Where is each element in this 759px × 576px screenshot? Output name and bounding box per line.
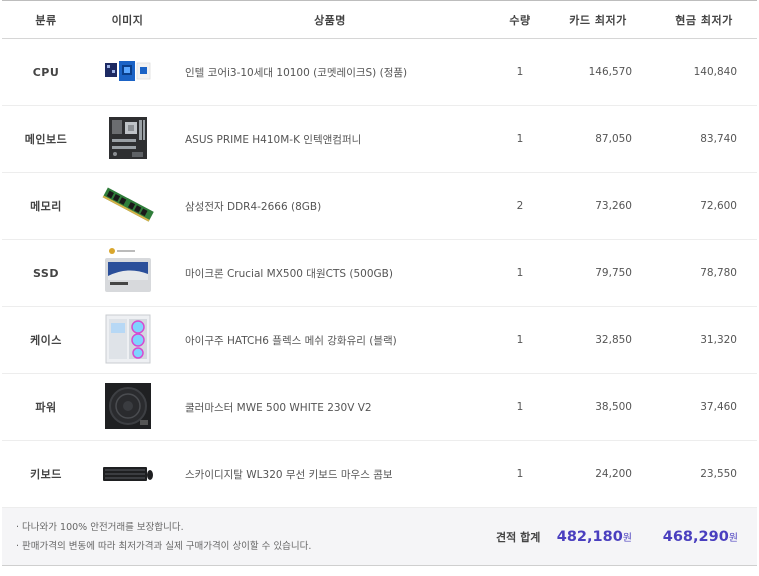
cash-price-value: 140,840 — [693, 66, 737, 78]
card-total: 482,180원 — [545, 508, 651, 566]
product-thumbnail[interactable] — [90, 106, 165, 173]
notice-price-change: · 판매가격의 변동에 따라 최저가격과 실제 구매가격이 상이할 수 있습니다… — [16, 540, 312, 552]
card-price-value: 146,570 — [588, 66, 632, 78]
row-category: SSD — [33, 266, 59, 280]
product-name[interactable]: 인텔 코어i3-10세대 10100 (코멧레이크S) (정품) — [165, 39, 495, 106]
cash-price-value: 23,550 — [700, 468, 737, 480]
product-name[interactable]: ASUS PRIME H410M-K 인텍앤컴퍼니 — [165, 106, 495, 173]
row-category: 메인보드 — [24, 133, 68, 146]
table-header-row: 분류 이미지 상품명 수량 카드 최저가 현금 최저가 — [2, 0, 757, 39]
product-name[interactable]: 스카이디지탈 WL320 무선 키보드 마우스 콤보 — [165, 441, 495, 508]
pc-case-icon — [102, 313, 154, 365]
cash-price-value: 31,320 — [700, 334, 737, 346]
product-thumbnail[interactable] — [90, 441, 165, 508]
cash-price-value: 72,600 — [700, 200, 737, 212]
card-price-value: 32,850 — [595, 334, 632, 346]
column-header-cash-price: 현금 최저가 — [651, 0, 757, 39]
power-supply-icon — [102, 380, 154, 432]
notice-safe-trade: · 다나와가 100% 안전거래를 보장합니다. — [16, 521, 184, 533]
total-label: 견적 합계 — [496, 530, 541, 544]
cpu-box-icon — [102, 45, 154, 97]
quantity-value: 1 — [516, 133, 524, 145]
product-name[interactable]: 삼성전자 DDR4-2666 (8GB) — [165, 173, 495, 240]
card-total-currency: 원 — [622, 532, 632, 544]
estimate-summary-row: · 다나와가 100% 안전거래를 보장합니다. · 판매가격의 변동에 따라 … — [2, 507, 757, 566]
column-header-category: 분류 — [2, 0, 90, 39]
estimate-table: 분류 이미지 상품명 수량 카드 최저가 현금 최저가 CPU 인텔 코어i3-… — [2, 0, 757, 566]
table-row: 메인보드 ASUS PRIME H410M-K 인텍앤컴퍼니 1 87,050 … — [2, 106, 757, 173]
table-row: 파워 쿨러마스터 MWE 500 WHITE 230V V2 1 38,500 … — [2, 374, 757, 441]
cash-price-value: 83,740 — [700, 133, 737, 145]
motherboard-icon — [102, 112, 154, 164]
quantity-value: 1 — [516, 334, 524, 346]
table-row: 메모리 삼성전자 DDR4-2666 (8GB) 2 73,260 72,600 — [2, 173, 757, 240]
cash-total-currency: 원 — [728, 532, 738, 544]
column-header-quantity: 수량 — [495, 0, 545, 39]
estimate-table-container: 분류 이미지 상품명 수량 카드 최저가 현금 최저가 CPU 인텔 코어i3-… — [0, 0, 759, 576]
ssd-icon — [102, 246, 154, 298]
card-price-value: 38,500 — [595, 401, 632, 413]
product-thumbnail[interactable] — [90, 307, 165, 374]
cash-price-value: 37,460 — [700, 401, 737, 413]
quantity-value: 1 — [516, 468, 524, 480]
column-header-image: 이미지 — [90, 0, 165, 39]
table-row: CPU 인텔 코어i3-10세대 10100 (코멧레이크S) (정품) 1 1… — [2, 39, 757, 106]
cash-total-value: 468,290 — [662, 528, 729, 545]
product-thumbnail[interactable] — [90, 39, 165, 106]
table-row: SSD 마이크론 Crucial MX500 대원CTS (500GB) 1 7… — [2, 240, 757, 307]
row-category: CPU — [32, 65, 60, 79]
cash-price-value: 78,780 — [700, 267, 737, 279]
quantity-value: 2 — [516, 200, 524, 212]
row-category: 파워 — [35, 401, 57, 414]
card-price-value: 73,260 — [595, 200, 632, 212]
row-category: 키보드 — [30, 468, 62, 481]
column-header-product: 상품명 — [165, 0, 495, 39]
table-row: 케이스 아이구주 HATCH6 플렉스 메쉬 강화유리 (블랙) 1 32,85… — [2, 307, 757, 374]
row-category: 케이스 — [30, 334, 62, 347]
product-thumbnail[interactable] — [90, 240, 165, 307]
column-header-card-price: 카드 최저가 — [545, 0, 651, 39]
quantity-value: 1 — [516, 401, 524, 413]
quantity-value: 1 — [516, 267, 524, 279]
ram-stick-icon — [102, 179, 154, 231]
table-row: 키보드 스카이디지탈 WL320 무선 키보드 마우스 콤보 1 24,200 … — [2, 441, 757, 508]
quantity-value: 1 — [516, 66, 524, 78]
card-price-value: 79,750 — [595, 267, 632, 279]
row-category: 메모리 — [30, 200, 62, 213]
product-thumbnail[interactable] — [90, 374, 165, 441]
product-thumbnail[interactable] — [90, 173, 165, 240]
card-price-value: 87,050 — [595, 133, 632, 145]
card-price-value: 24,200 — [595, 468, 632, 480]
product-name[interactable]: 마이크론 Crucial MX500 대원CTS (500GB) — [165, 240, 495, 307]
notice-block: · 다나와가 100% 안전거래를 보장합니다. · 판매가격의 변동에 따라 … — [2, 508, 495, 566]
card-total-value: 482,180 — [556, 528, 623, 545]
keyboard-icon — [102, 447, 154, 499]
product-name[interactable]: 쿨러마스터 MWE 500 WHITE 230V V2 — [165, 374, 495, 441]
product-name[interactable]: 아이구주 HATCH6 플렉스 메쉬 강화유리 (블랙) — [165, 307, 495, 374]
cash-total: 468,290원 — [651, 508, 757, 566]
